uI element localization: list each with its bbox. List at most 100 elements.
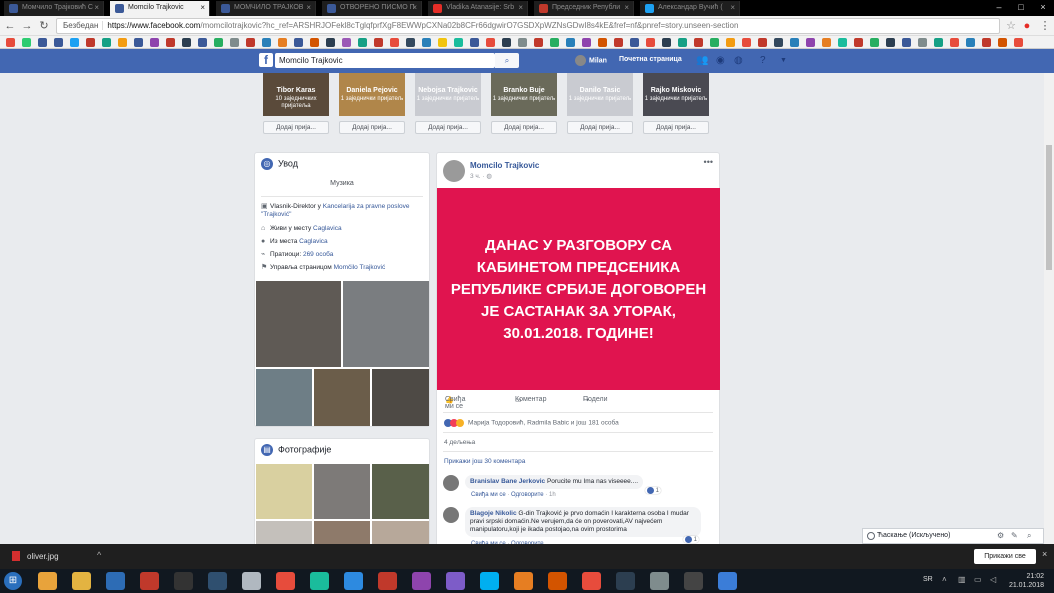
- search-icon[interactable]: ⌕: [495, 53, 519, 68]
- bookmark-icon[interactable]: [70, 38, 79, 47]
- app-icon[interactable]: [276, 572, 295, 590]
- folder-icon[interactable]: [72, 572, 91, 590]
- browser-tab[interactable]: Vladika Atanasije: Srb ×: [428, 1, 528, 16]
- profile-link[interactable]: Milan: [575, 55, 607, 66]
- bookmark-icon[interactable]: [486, 38, 495, 47]
- post-author[interactable]: Momcilo Trajkovic: [470, 161, 539, 170]
- photo-thumbnail[interactable]: [372, 464, 429, 519]
- back-icon[interactable]: ←: [3, 19, 17, 33]
- bookmark-icon[interactable]: [694, 38, 703, 47]
- scrollbar-track[interactable]: [1044, 73, 1054, 544]
- bookmark-icon[interactable]: [310, 38, 319, 47]
- followers-link[interactable]: 269 особа: [303, 251, 333, 258]
- maximize-icon[interactable]: □: [1010, 0, 1032, 14]
- reload-icon[interactable]: ↻: [37, 19, 51, 33]
- post-timestamp[interactable]: 3 ч. · ◍: [470, 172, 492, 180]
- friend-card[interactable]: Nebojsa Trajkovic 1 заједнички пријатељ: [415, 73, 481, 116]
- app-icon[interactable]: [344, 572, 363, 590]
- comment-like-count[interactable]: 1: [645, 487, 662, 495]
- bookmark-icon[interactable]: [758, 38, 767, 47]
- bookmark-icon[interactable]: [150, 38, 159, 47]
- bookmark-icon[interactable]: [406, 38, 415, 47]
- friend-card[interactable]: Rajko Miskovic 1 заједнички пријатељ: [643, 73, 709, 116]
- bookmark-icon[interactable]: [822, 38, 831, 47]
- add-friend-button[interactable]: Додај прија...: [491, 121, 557, 134]
- chevron-up-icon[interactable]: ^: [97, 550, 101, 560]
- messages-icon[interactable]: ◉: [716, 55, 725, 66]
- bookmark-icon[interactable]: [870, 38, 879, 47]
- bookmark-icon[interactable]: [118, 38, 127, 47]
- bookmark-icon[interactable]: [246, 38, 255, 47]
- bookmark-icon[interactable]: [342, 38, 351, 47]
- app-icon[interactable]: [412, 572, 431, 590]
- bookmark-icon[interactable]: [454, 38, 463, 47]
- volume-icon[interactable]: ◁: [990, 575, 996, 584]
- bookmark-icon[interactable]: [902, 38, 911, 47]
- bookmark-icon[interactable]: [294, 38, 303, 47]
- new-message-icon[interactable]: ✎: [1011, 529, 1018, 543]
- bookmark-icon[interactable]: [774, 38, 783, 47]
- photo-thumbnail[interactable]: [314, 464, 370, 519]
- featured-photo[interactable]: [372, 369, 429, 426]
- app-icon[interactable]: [140, 572, 159, 590]
- bookmark-icon[interactable]: [278, 38, 287, 47]
- close-icon[interactable]: ×: [306, 1, 311, 15]
- browser-tab[interactable]: МОМЧИЛО ТРАЈКОВ ×: [216, 1, 316, 16]
- bookmark-icon[interactable]: [598, 38, 607, 47]
- bookmark-icon[interactable]: [230, 38, 239, 47]
- bookmark-icon[interactable]: [358, 38, 367, 47]
- bookmark-icon[interactable]: [374, 38, 383, 47]
- app-icon[interactable]: [174, 572, 193, 590]
- show-all-button[interactable]: Прикажи све: [974, 549, 1036, 564]
- add-friend-button[interactable]: Додај прија...: [339, 121, 405, 134]
- bookmark-icon[interactable]: [966, 38, 975, 47]
- app-icon[interactable]: [582, 572, 601, 590]
- bookmark-icon[interactable]: [86, 38, 95, 47]
- browser-tab[interactable]: Момчило Трајковић С ×: [4, 1, 104, 16]
- bookmark-icon[interactable]: [438, 38, 447, 47]
- from-link[interactable]: Caglavica: [299, 238, 328, 245]
- more-options-icon[interactable]: •••: [704, 157, 713, 167]
- app-icon[interactable]: [548, 572, 567, 590]
- bookmark-icon[interactable]: [838, 38, 847, 47]
- bookmark-icon[interactable]: [726, 38, 735, 47]
- bookmark-icon[interactable]: [662, 38, 671, 47]
- bookmark-icon[interactable]: [54, 38, 63, 47]
- help-icon[interactable]: ?: [760, 55, 766, 66]
- add-friend-button[interactable]: Додај прија...: [643, 121, 709, 134]
- bookmark-icon[interactable]: [854, 38, 863, 47]
- add-friend-button[interactable]: Додај прија...: [415, 121, 481, 134]
- bookmark-icon[interactable]: [998, 38, 1007, 47]
- bookmark-icon[interactable]: [214, 38, 223, 47]
- notifications-icon[interactable]: ◍: [734, 55, 743, 66]
- viber-icon[interactable]: [446, 572, 465, 590]
- bookmark-icon[interactable]: [550, 38, 559, 47]
- featured-photo[interactable]: [256, 281, 341, 367]
- bookmark-icon[interactable]: [678, 38, 687, 47]
- bookmark-icon[interactable]: [566, 38, 575, 47]
- bookmark-icon[interactable]: [790, 38, 799, 47]
- facebook-logo-icon[interactable]: f: [259, 53, 273, 67]
- bookmark-icon[interactable]: [38, 38, 47, 47]
- more-comments-link[interactable]: Прикажи још 30 коментара: [444, 458, 525, 465]
- bookmark-icon[interactable]: [646, 38, 655, 47]
- star-icon[interactable]: ☆: [1004, 19, 1018, 33]
- skype-icon[interactable]: [480, 572, 499, 590]
- bookmark-icon[interactable]: [982, 38, 991, 47]
- chrome-icon[interactable]: [38, 572, 57, 590]
- forward-icon[interactable]: →: [20, 19, 34, 33]
- bookmark-icon[interactable]: [534, 38, 543, 47]
- bookmark-icon[interactable]: [102, 38, 111, 47]
- close-icon[interactable]: ×: [624, 1, 629, 15]
- scrollbar-thumb[interactable]: [1046, 145, 1052, 270]
- photo-thumbnail[interactable]: [256, 464, 312, 519]
- close-icon[interactable]: ×: [94, 1, 99, 15]
- bookmark-icon[interactable]: [182, 38, 191, 47]
- managed-page-link[interactable]: Momčilo Trajković: [334, 264, 386, 271]
- featured-photo[interactable]: [343, 281, 429, 367]
- close-icon[interactable]: ×: [200, 1, 205, 15]
- bookmark-icon[interactable]: [198, 38, 207, 47]
- start-button-icon[interactable]: ⊞: [4, 572, 22, 590]
- add-friend-button[interactable]: Додај прија...: [263, 121, 329, 134]
- lives-link[interactable]: Caglavica: [313, 225, 342, 232]
